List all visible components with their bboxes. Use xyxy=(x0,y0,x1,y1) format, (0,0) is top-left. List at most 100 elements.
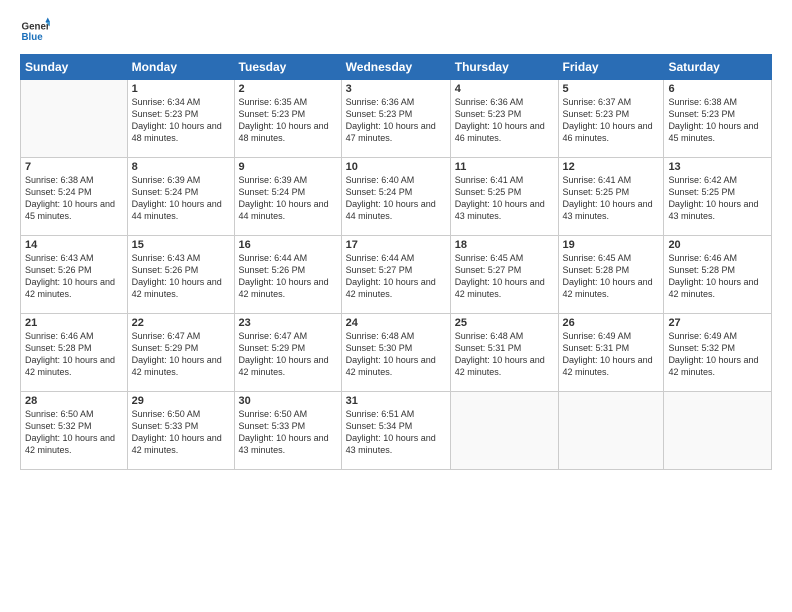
day-number: 18 xyxy=(455,239,554,251)
calendar-cell: 20Sunrise: 6:46 AM Sunset: 5:28 PM Dayli… xyxy=(664,236,772,314)
calendar-cell: 22Sunrise: 6:47 AM Sunset: 5:29 PM Dayli… xyxy=(127,314,234,392)
calendar-cell: 18Sunrise: 6:45 AM Sunset: 5:27 PM Dayli… xyxy=(450,236,558,314)
day-number: 25 xyxy=(455,317,554,329)
day-number: 19 xyxy=(563,239,660,251)
calendar-cell: 10Sunrise: 6:40 AM Sunset: 5:24 PM Dayli… xyxy=(341,158,450,236)
day-info: Sunrise: 6:36 AM Sunset: 5:23 PM Dayligh… xyxy=(455,96,554,145)
calendar-cell: 11Sunrise: 6:41 AM Sunset: 5:25 PM Dayli… xyxy=(450,158,558,236)
calendar-cell: 24Sunrise: 6:48 AM Sunset: 5:30 PM Dayli… xyxy=(341,314,450,392)
calendar-cell xyxy=(21,80,128,158)
calendar-cell: 31Sunrise: 6:51 AM Sunset: 5:34 PM Dayli… xyxy=(341,392,450,470)
calendar-cell xyxy=(664,392,772,470)
day-number: 20 xyxy=(668,239,767,251)
day-number: 17 xyxy=(346,239,446,251)
logo-icon: General Blue xyxy=(20,16,50,46)
day-info: Sunrise: 6:36 AM Sunset: 5:23 PM Dayligh… xyxy=(346,96,446,145)
day-number: 31 xyxy=(346,395,446,407)
day-info: Sunrise: 6:46 AM Sunset: 5:28 PM Dayligh… xyxy=(668,252,767,301)
calendar-cell: 3Sunrise: 6:36 AM Sunset: 5:23 PM Daylig… xyxy=(341,80,450,158)
day-info: Sunrise: 6:39 AM Sunset: 5:24 PM Dayligh… xyxy=(132,174,230,223)
calendar-cell: 17Sunrise: 6:44 AM Sunset: 5:27 PM Dayli… xyxy=(341,236,450,314)
day-info: Sunrise: 6:41 AM Sunset: 5:25 PM Dayligh… xyxy=(455,174,554,223)
weekday-header-row: SundayMondayTuesdayWednesdayThursdayFrid… xyxy=(21,55,772,80)
day-number: 9 xyxy=(239,161,337,173)
day-info: Sunrise: 6:38 AM Sunset: 5:24 PM Dayligh… xyxy=(25,174,123,223)
calendar-cell: 9Sunrise: 6:39 AM Sunset: 5:24 PM Daylig… xyxy=(234,158,341,236)
day-number: 2 xyxy=(239,83,337,95)
header: General Blue xyxy=(20,16,772,46)
calendar-cell: 4Sunrise: 6:36 AM Sunset: 5:23 PM Daylig… xyxy=(450,80,558,158)
day-info: Sunrise: 6:39 AM Sunset: 5:24 PM Dayligh… xyxy=(239,174,337,223)
day-info: Sunrise: 6:43 AM Sunset: 5:26 PM Dayligh… xyxy=(25,252,123,301)
weekday-saturday: Saturday xyxy=(664,55,772,80)
day-number: 6 xyxy=(668,83,767,95)
day-info: Sunrise: 6:49 AM Sunset: 5:31 PM Dayligh… xyxy=(563,330,660,379)
calendar-cell xyxy=(558,392,664,470)
svg-text:Blue: Blue xyxy=(22,32,44,43)
calendar-cell: 16Sunrise: 6:44 AM Sunset: 5:26 PM Dayli… xyxy=(234,236,341,314)
day-info: Sunrise: 6:45 AM Sunset: 5:27 PM Dayligh… xyxy=(455,252,554,301)
day-info: Sunrise: 6:50 AM Sunset: 5:33 PM Dayligh… xyxy=(239,408,337,457)
calendar-week-row: 1Sunrise: 6:34 AM Sunset: 5:23 PM Daylig… xyxy=(21,80,772,158)
day-info: Sunrise: 6:48 AM Sunset: 5:31 PM Dayligh… xyxy=(455,330,554,379)
svg-text:General: General xyxy=(22,22,51,33)
day-info: Sunrise: 6:37 AM Sunset: 5:23 PM Dayligh… xyxy=(563,96,660,145)
calendar-cell xyxy=(450,392,558,470)
calendar-cell: 29Sunrise: 6:50 AM Sunset: 5:33 PM Dayli… xyxy=(127,392,234,470)
calendar-cell: 6Sunrise: 6:38 AM Sunset: 5:23 PM Daylig… xyxy=(664,80,772,158)
day-number: 16 xyxy=(239,239,337,251)
weekday-tuesday: Tuesday xyxy=(234,55,341,80)
day-info: Sunrise: 6:41 AM Sunset: 5:25 PM Dayligh… xyxy=(563,174,660,223)
calendar-week-row: 28Sunrise: 6:50 AM Sunset: 5:32 PM Dayli… xyxy=(21,392,772,470)
calendar-cell: 15Sunrise: 6:43 AM Sunset: 5:26 PM Dayli… xyxy=(127,236,234,314)
day-number: 27 xyxy=(668,317,767,329)
day-number: 21 xyxy=(25,317,123,329)
calendar-cell: 30Sunrise: 6:50 AM Sunset: 5:33 PM Dayli… xyxy=(234,392,341,470)
calendar-table: SundayMondayTuesdayWednesdayThursdayFrid… xyxy=(20,54,772,470)
calendar-cell: 8Sunrise: 6:39 AM Sunset: 5:24 PM Daylig… xyxy=(127,158,234,236)
day-info: Sunrise: 6:48 AM Sunset: 5:30 PM Dayligh… xyxy=(346,330,446,379)
day-info: Sunrise: 6:34 AM Sunset: 5:23 PM Dayligh… xyxy=(132,96,230,145)
day-number: 7 xyxy=(25,161,123,173)
day-number: 10 xyxy=(346,161,446,173)
day-info: Sunrise: 6:50 AM Sunset: 5:33 PM Dayligh… xyxy=(132,408,230,457)
day-number: 15 xyxy=(132,239,230,251)
weekday-thursday: Thursday xyxy=(450,55,558,80)
day-number: 28 xyxy=(25,395,123,407)
day-number: 8 xyxy=(132,161,230,173)
weekday-friday: Friday xyxy=(558,55,664,80)
calendar-cell: 27Sunrise: 6:49 AM Sunset: 5:32 PM Dayli… xyxy=(664,314,772,392)
calendar-cell: 13Sunrise: 6:42 AM Sunset: 5:25 PM Dayli… xyxy=(664,158,772,236)
calendar-cell: 26Sunrise: 6:49 AM Sunset: 5:31 PM Dayli… xyxy=(558,314,664,392)
day-number: 26 xyxy=(563,317,660,329)
day-number: 13 xyxy=(668,161,767,173)
day-number: 22 xyxy=(132,317,230,329)
calendar-week-row: 14Sunrise: 6:43 AM Sunset: 5:26 PM Dayli… xyxy=(21,236,772,314)
calendar-cell: 21Sunrise: 6:46 AM Sunset: 5:28 PM Dayli… xyxy=(21,314,128,392)
calendar-cell: 12Sunrise: 6:41 AM Sunset: 5:25 PM Dayli… xyxy=(558,158,664,236)
day-info: Sunrise: 6:46 AM Sunset: 5:28 PM Dayligh… xyxy=(25,330,123,379)
day-number: 23 xyxy=(239,317,337,329)
day-info: Sunrise: 6:43 AM Sunset: 5:26 PM Dayligh… xyxy=(132,252,230,301)
weekday-wednesday: Wednesday xyxy=(341,55,450,80)
day-info: Sunrise: 6:38 AM Sunset: 5:23 PM Dayligh… xyxy=(668,96,767,145)
day-info: Sunrise: 6:51 AM Sunset: 5:34 PM Dayligh… xyxy=(346,408,446,457)
calendar-week-row: 7Sunrise: 6:38 AM Sunset: 5:24 PM Daylig… xyxy=(21,158,772,236)
calendar-cell: 25Sunrise: 6:48 AM Sunset: 5:31 PM Dayli… xyxy=(450,314,558,392)
calendar-week-row: 21Sunrise: 6:46 AM Sunset: 5:28 PM Dayli… xyxy=(21,314,772,392)
day-number: 3 xyxy=(346,83,446,95)
calendar-cell: 23Sunrise: 6:47 AM Sunset: 5:29 PM Dayli… xyxy=(234,314,341,392)
weekday-monday: Monday xyxy=(127,55,234,80)
calendar-cell: 19Sunrise: 6:45 AM Sunset: 5:28 PM Dayli… xyxy=(558,236,664,314)
calendar-container: General Blue SundayMondayTuesdayWednesda… xyxy=(0,0,792,480)
calendar-cell: 28Sunrise: 6:50 AM Sunset: 5:32 PM Dayli… xyxy=(21,392,128,470)
day-number: 5 xyxy=(563,83,660,95)
calendar-cell: 2Sunrise: 6:35 AM Sunset: 5:23 PM Daylig… xyxy=(234,80,341,158)
day-info: Sunrise: 6:42 AM Sunset: 5:25 PM Dayligh… xyxy=(668,174,767,223)
day-info: Sunrise: 6:35 AM Sunset: 5:23 PM Dayligh… xyxy=(239,96,337,145)
day-number: 29 xyxy=(132,395,230,407)
day-number: 11 xyxy=(455,161,554,173)
logo: General Blue xyxy=(20,16,54,46)
day-info: Sunrise: 6:47 AM Sunset: 5:29 PM Dayligh… xyxy=(132,330,230,379)
day-number: 4 xyxy=(455,83,554,95)
